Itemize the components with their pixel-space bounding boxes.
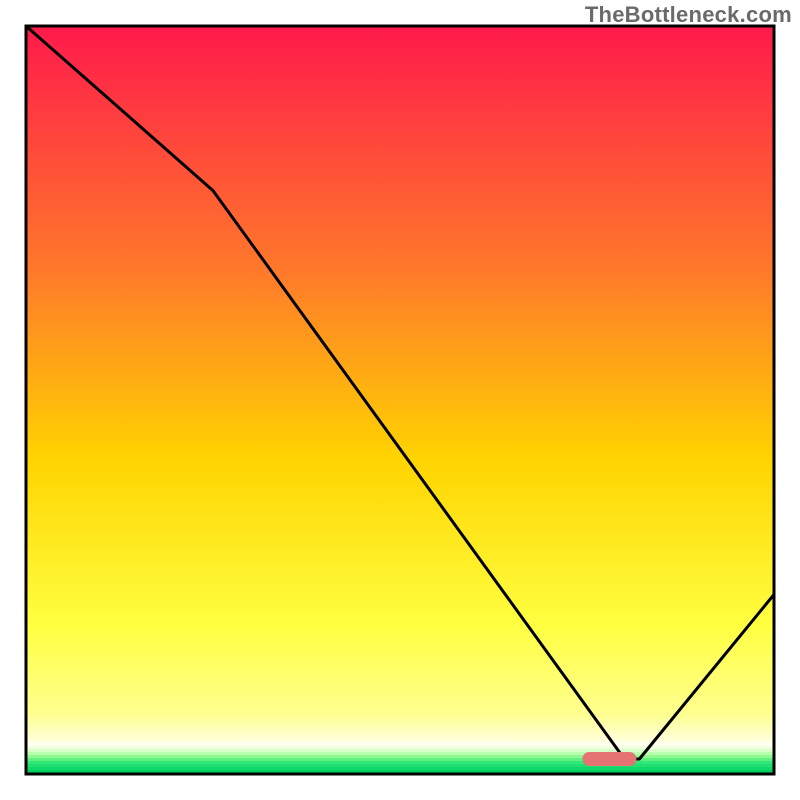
chart-container: TheBottleneck.com: [0, 0, 800, 800]
optimal-marker: [582, 752, 636, 766]
watermark-text: TheBottleneck.com: [585, 2, 792, 28]
bottom-strip-bands: [26, 742, 774, 774]
bottleneck-curve-chart: [0, 0, 800, 800]
gradient-background: [26, 26, 774, 774]
